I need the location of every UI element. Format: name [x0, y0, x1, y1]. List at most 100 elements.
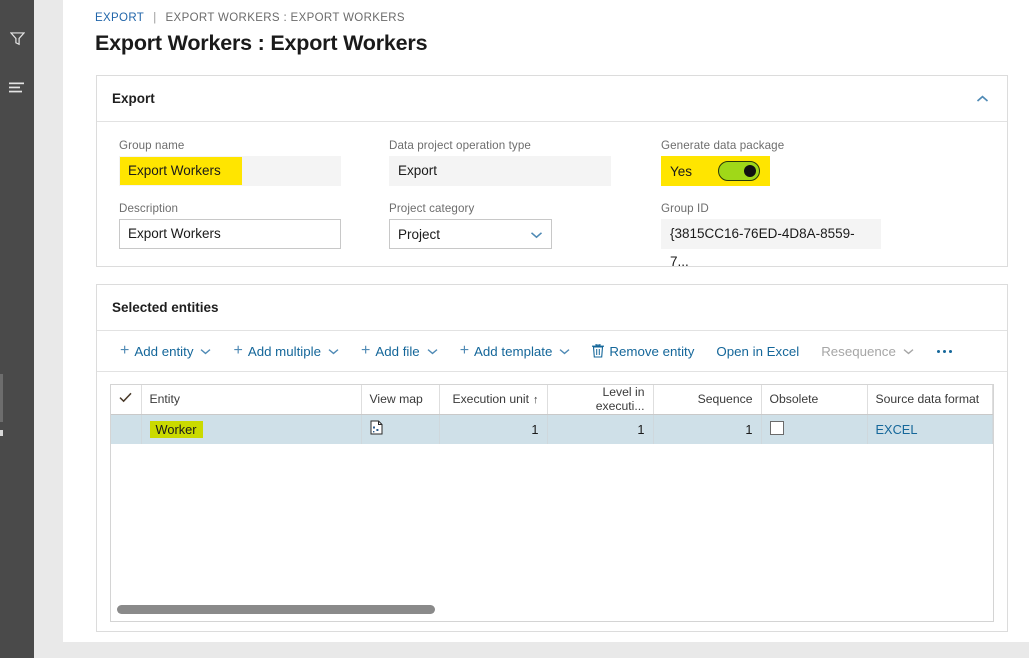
add-template-button[interactable]: + Add template	[449, 336, 582, 366]
toggle-knob	[744, 165, 756, 177]
checkmark-icon	[119, 392, 132, 406]
group-id-input: {3815CC16-76ED-4D8A-8559-7...	[661, 219, 881, 249]
table-row[interactable]: Worker	[111, 414, 993, 444]
plus-icon: +	[361, 343, 370, 359]
selected-entities-title: Selected entities	[112, 300, 219, 315]
row-view-map-cell[interactable]	[361, 414, 439, 444]
description-label: Description	[119, 202, 389, 215]
page-content: EXPORT | EXPORT WORKERS : EXPORT WORKERS…	[63, 0, 1029, 642]
row-obsolete-cell[interactable]	[761, 414, 867, 444]
add-multiple-label: Add multiple	[248, 344, 321, 359]
chevron-down-icon	[559, 348, 570, 355]
operation-type-field-group: Data project operation type Export	[389, 139, 661, 186]
row-source-data-format-cell[interactable]: EXCEL	[867, 414, 993, 444]
selected-entities-header: Selected entities	[97, 285, 1007, 331]
open-in-excel-label: Open in Excel	[716, 344, 799, 359]
description-input[interactable]: Export Workers	[119, 219, 341, 249]
page-area: EXPORT | EXPORT WORKERS : EXPORT WORKERS…	[34, 0, 1029, 658]
filter-icon[interactable]	[0, 22, 34, 56]
project-category-select[interactable]: Project	[389, 219, 552, 249]
chevron-down-icon	[427, 348, 438, 355]
group-name-value: Export Workers	[120, 157, 242, 185]
list-icon[interactable]	[0, 71, 34, 105]
generate-data-package-toggle-wrap[interactable]: Yes	[661, 156, 770, 186]
column-header-view-map[interactable]: View map	[361, 385, 439, 414]
column-header-execution-unit[interactable]: Execution unit ↑	[439, 385, 547, 414]
entities-table: Entity View map Execution unit ↑ Level in…	[111, 385, 993, 444]
column-header-obsolete[interactable]: Obsolete	[761, 385, 867, 414]
project-category-label: Project category	[389, 202, 661, 215]
chevron-down-icon	[200, 348, 211, 355]
open-in-excel-button[interactable]: Open in Excel	[705, 336, 810, 366]
breadcrumb: EXPORT | EXPORT WORKERS : EXPORT WORKERS	[63, 0, 1029, 24]
resequence-label: Resequence	[821, 344, 896, 359]
breadcrumb-root[interactable]: EXPORT	[95, 12, 144, 24]
select-all-header[interactable]	[111, 385, 141, 414]
add-file-label: Add file	[375, 344, 419, 359]
row-level-in-execution-cell[interactable]: 1	[547, 414, 653, 444]
resequence-button: Resequence	[810, 336, 925, 366]
description-field-group: Description Export Workers	[119, 202, 389, 249]
chevron-up-icon[interactable]	[976, 95, 989, 103]
add-file-button[interactable]: + Add file	[350, 336, 449, 366]
generate-data-package-field-group: Generate data package Yes	[661, 139, 921, 186]
entities-grid: Entity View map Execution unit ↑ Level in…	[110, 384, 994, 444]
project-category-value: Project	[398, 227, 440, 242]
row-sequence-cell[interactable]: 1	[653, 414, 761, 444]
plus-icon: +	[460, 343, 469, 359]
selected-entities-card: Selected entities + Add entity + Add mul…	[96, 284, 1008, 632]
chevron-down-icon	[903, 348, 914, 355]
overflow-menu-icon[interactable]	[925, 350, 964, 353]
column-header-entity[interactable]: Entity	[141, 385, 361, 414]
row-execution-unit-cell[interactable]: 1	[439, 414, 547, 444]
add-entity-button[interactable]: + Add entity	[109, 336, 222, 366]
rail-scrollbar[interactable]	[0, 374, 3, 422]
column-header-sequence[interactable]: Sequence	[653, 385, 761, 414]
obsolete-checkbox[interactable]	[770, 421, 784, 435]
remove-entity-label: Remove entity	[609, 344, 694, 359]
grid-empty-area	[110, 444, 994, 622]
column-header-level-in-execution[interactable]: Level in executi...	[547, 385, 653, 414]
grid-horizontal-scrollbar[interactable]	[117, 605, 435, 614]
chevron-down-icon	[530, 227, 543, 242]
add-entity-label: Add entity	[134, 344, 193, 359]
sort-ascending-icon: ↑	[533, 394, 539, 406]
form-column-1: Group name Export Workers Description Ex…	[119, 139, 389, 265]
generate-data-package-toggle[interactable]	[718, 161, 760, 181]
entities-toolbar: + Add entity + Add multiple	[97, 331, 1007, 372]
group-name-label: Group name	[119, 139, 389, 152]
remove-entity-button[interactable]: Remove entity	[581, 336, 705, 366]
trash-icon	[592, 344, 604, 358]
group-id-label: Group ID	[661, 202, 921, 215]
app-root: EXPORT | EXPORT WORKERS : EXPORT WORKERS…	[0, 0, 1029, 658]
rail-indicator	[0, 430, 3, 436]
entities-grid-wrap: Entity View map Execution unit ↑ Level in…	[97, 372, 1007, 658]
export-section-header[interactable]: Export	[97, 76, 1007, 122]
export-section-title: Export	[112, 91, 155, 106]
table-header-row: Entity View map Execution unit ↑ Level in…	[111, 385, 993, 414]
column-header-execution-unit-label: Execution unit	[452, 392, 529, 406]
row-entity-cell[interactable]: Worker	[141, 414, 361, 444]
group-id-field-group: Group ID {3815CC16-76ED-4D8A-8559-7...	[661, 202, 921, 249]
project-category-field-group: Project category Project	[389, 202, 661, 249]
operation-type-label: Data project operation type	[389, 139, 661, 152]
group-name-field-group: Group name Export Workers	[119, 139, 389, 186]
page-title: Export Workers : Export Workers	[63, 24, 1029, 56]
breadcrumb-separator: |	[153, 12, 156, 24]
map-document-icon[interactable]	[370, 420, 383, 435]
generate-data-package-label: Generate data package	[661, 139, 921, 152]
column-header-source-data-format[interactable]: Source data format	[867, 385, 993, 414]
group-name-input[interactable]: Export Workers	[119, 156, 341, 186]
add-template-label: Add template	[474, 344, 552, 359]
row-select-cell[interactable]	[111, 414, 141, 444]
generate-data-package-value: Yes	[670, 164, 692, 179]
export-form: Group name Export Workers Description Ex…	[97, 122, 1007, 265]
form-column-2: Data project operation type Export Proje…	[389, 139, 661, 265]
row-entity-value: Worker	[150, 421, 203, 438]
breadcrumb-current: EXPORT WORKERS : EXPORT WORKERS	[166, 12, 405, 24]
plus-icon: +	[120, 343, 129, 359]
plus-icon: +	[233, 343, 242, 359]
add-multiple-button[interactable]: + Add multiple	[222, 336, 350, 366]
operation-type-input: Export	[389, 156, 611, 186]
chevron-down-icon	[328, 348, 339, 355]
